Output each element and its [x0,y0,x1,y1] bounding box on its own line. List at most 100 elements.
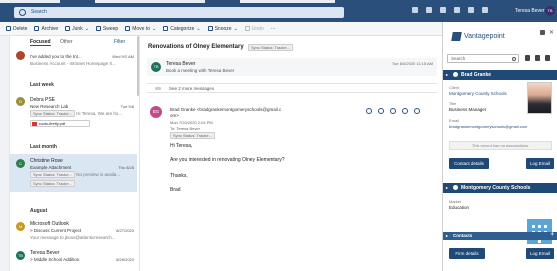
avatar: BG [150,106,162,118]
add-icon[interactable]: + [550,232,554,238]
message-preview: No preview is availa... [76,172,121,177]
junk-button[interactable]: Junk ⌄ [65,26,89,32]
more-options-button[interactable]: ··· [271,26,276,32]
chevron-down-icon: ⌄ [196,25,201,32]
message-meta: Sync Status: Tracke... [30,180,75,187]
message-subject: > Discuss Current Project [30,228,82,233]
message-date: Wed 9/2 AM [112,54,134,59]
attachment-chip[interactable]: roots-firefly.pdf [30,120,90,127]
meeting-card[interactable]: TB Teresa Bever Book a meeting with Tere… [147,58,437,76]
client-value[interactable]: Montgomery County Schools [449,91,507,96]
list-item[interactable]: I've added you to the Int... Wed 9/2 AM … [10,48,136,74]
reply-icon[interactable] [378,108,384,114]
contacts-label: Contacts [453,233,473,238]
pin-icon[interactable] [540,30,545,35]
teams-icon[interactable] [426,7,432,13]
building-icon [453,185,458,190]
message-meta: Sync Status: Tracke... No preview is ava… [30,171,120,178]
archive-button[interactable]: Archive [34,26,58,32]
ellipsis-icon [155,87,161,90]
attachment-name: roots-firefly.pdf [39,121,66,126]
help-icon[interactable] [468,7,474,13]
forward-icon[interactable] [402,108,408,114]
sync-status-chip: Sync Status: Tracke... [248,44,293,51]
message-meta: Sync Status: Tracke... Hi Teresa, We are… [30,110,122,117]
avatar[interactable]: TB [545,6,555,16]
email-body-signoff: Brad [170,187,181,193]
see-more-label: See 2 more messages [169,86,215,91]
user-name[interactable]: Teresa Bever [515,8,544,14]
firm-details-button[interactable]: Firm details [449,248,485,259]
list-item[interactable]: D Debra PSE New Research Lab Tue 9/8 Syn… [10,92,136,137]
list-item[interactable]: C Christine Rose Example Attachment Thu … [10,154,136,192]
sync-status-chip: Sync Status: Tracke... [30,171,75,178]
vp-search-placeholder: Search [451,56,466,61]
log-email-button[interactable]: Log Email [526,248,554,259]
help-icon[interactable] [545,55,550,61]
left-rail [0,36,10,271]
move-to-button[interactable]: Move to ⌄ [125,26,156,32]
email-body-line: Are you interested in renovating Olney E… [170,157,285,163]
contact-details-button[interactable]: Contact details [449,158,489,169]
undo-label: Undo [251,25,264,32]
sweep-button[interactable]: Sweep [95,26,118,32]
undo-icon [244,26,250,31]
categorize-label: Categorize [170,25,195,32]
email-value[interactable]: bradgrankemontgomeryschools@gmail.com [449,124,527,129]
firm-section-header[interactable]: ▸ Montgomery County Schools [443,183,557,193]
message-preview: Your message to jboxx@atlanticresearch..… [30,235,116,240]
reading-pane: Renovations of Olney Elementary Sync Sta… [141,36,442,271]
junk-icon [65,26,71,31]
delete-button[interactable]: Delete [6,26,27,32]
top-header: Search Teresa Bever TB [0,0,557,22]
contact-section-header[interactable]: ▸ Brad Granke [443,70,557,80]
trash-icon [6,26,11,31]
feedback-icon[interactable] [482,7,488,13]
contact-photo [527,82,552,114]
contacts-section-header[interactable]: ▸ Contacts + [443,232,557,240]
message-date: Thu 8/28 [118,165,134,170]
avatar: C [16,159,25,168]
message-subject: I've added you to the Int... [30,54,82,59]
search-input[interactable]: Search [14,7,344,18]
categorize-button[interactable]: Categorize ⌄ [163,25,201,32]
message-subject: > Middle School Addition [30,257,80,262]
meet-now-icon[interactable] [412,7,418,13]
settings-icon[interactable] [454,7,460,13]
filter-icon[interactable] [525,55,530,61]
undo-button[interactable]: Undo [244,25,264,32]
reply-all-icon[interactable] [390,108,396,114]
notifications-icon[interactable] [440,7,446,13]
like-icon[interactable] [366,108,372,114]
more-icon: ··· [270,25,276,32]
settings-icon[interactable] [535,55,540,61]
vantagepoint-search-input[interactable]: Search [447,54,519,63]
see-more-messages[interactable]: See 2 more messages [147,83,437,93]
archive-label: Archive [41,25,59,32]
message-sender: Teresa Bever [30,250,60,256]
list-item[interactable]: TB Teresa Bever > Middle School Addition… [10,247,136,271]
tab-focused[interactable]: Focused [30,39,51,46]
message-sender: Christine Rose [30,158,63,164]
search-icon [19,9,26,16]
junk-label: Junk [72,25,83,32]
snooze-button[interactable]: Snooze ⌄ [207,26,238,32]
client-label: Client [449,85,460,90]
more-icon[interactable] [414,108,420,114]
email-sender[interactable]: Brad Granke <bradgrankemontgomeryschools… [170,107,320,112]
list-item[interactable]: M Microsoft Outlook > Discuss Current Pr… [10,218,136,244]
message-date: 8/27/2020 [116,228,134,233]
person-icon [453,72,458,77]
message-date: 8/26/2020 [116,257,134,262]
close-icon[interactable]: ✕ [549,29,554,36]
log-email-button[interactable]: Log Email [526,158,554,169]
chevron-down-icon: ⌄ [84,25,89,32]
filter-button[interactable]: Filter [114,39,125,45]
message-list-scrollbar[interactable] [137,36,139,96]
tab-other[interactable]: Other [60,39,73,45]
email-actions [366,108,420,114]
avatar [16,51,25,60]
avatar: M [16,222,25,231]
archive-icon [34,26,40,31]
clock-icon [207,26,213,31]
